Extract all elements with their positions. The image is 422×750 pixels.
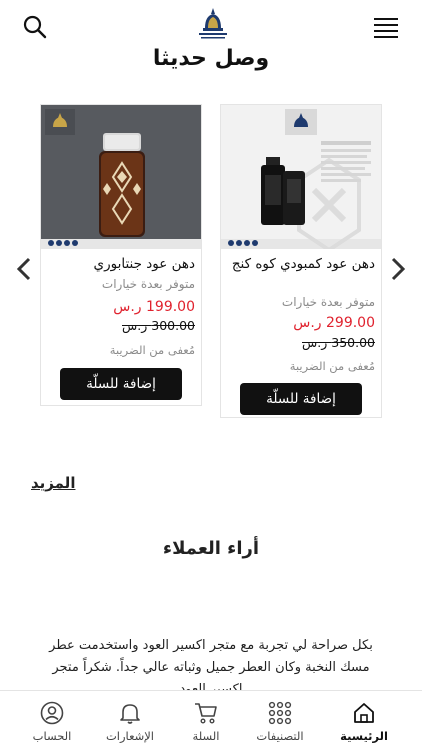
nav-item-notifications[interactable]: الإشعارات <box>88 691 172 750</box>
nav-item-account[interactable]: الحساب <box>10 691 94 750</box>
product-price: 299.00 ر.س <box>293 315 375 331</box>
search-icon[interactable] <box>22 14 48 40</box>
product-image[interactable] <box>221 105 381 249</box>
nav-label: الحساب <box>32 729 72 743</box>
product-card[interactable]: دهن عود كمبودي كوه كنج متوفر بعدة خيارات… <box>220 104 382 418</box>
top-bar <box>0 0 422 52</box>
nav-label: الإشعارات <box>105 729 155 743</box>
add-to-cart-button[interactable]: إضافة للسلّة <box>240 383 362 415</box>
product-old-price: 300.00 ر.س <box>122 318 195 333</box>
nav-item-categories[interactable]: التصنيفات <box>238 691 322 750</box>
nav-label: التصنيفات <box>256 729 304 743</box>
product-image[interactable] <box>41 105 201 249</box>
bell-icon <box>120 704 140 724</box>
add-to-cart-button[interactable]: إضافة للسلّة <box>60 368 182 400</box>
product-old-price: 350.00 ر.س <box>302 335 375 350</box>
hamburger-menu-icon[interactable] <box>374 16 398 38</box>
carousel-prev-arrow-icon[interactable] <box>14 256 34 282</box>
product-availability: متوفر بعدة خيارات <box>281 295 375 309</box>
customer-reviews-title: أراء العملاء <box>162 538 260 559</box>
nav-item-home[interactable]: الرئيسية <box>322 691 406 750</box>
brand-logo[interactable] <box>196 6 230 46</box>
cart-icon <box>195 703 217 724</box>
nav-label: الرئيسية <box>340 729 388 743</box>
product-tax-note: مُعفى من الضريبة <box>109 343 195 357</box>
app-screen: وصل حديثا دهن عود كمبودي كوه كنج متوفر ب… <box>0 0 422 750</box>
product-card[interactable]: دهن عود جنتابوري متوفر بعدة خيارات 199.0… <box>40 104 202 406</box>
grid-icon <box>268 701 292 725</box>
new-arrivals-title: وصل حديثا <box>152 46 270 71</box>
carousel-next-arrow-icon[interactable] <box>388 256 408 282</box>
user-icon <box>40 701 64 725</box>
product-name[interactable]: دهن عود جنتابوري <box>45 255 195 273</box>
product-availability: متوفر بعدة خيارات <box>101 277 195 291</box>
home-icon <box>354 703 374 723</box>
product-price: 199.00 ر.س <box>113 299 195 315</box>
product-name[interactable]: دهن عود كمبودي كوه كنج <box>225 255 375 273</box>
bottom-navigation: الرئيسية التصنيفات السلة الإشعارات الحسا… <box>0 690 422 750</box>
nav-label: السلة <box>192 729 220 743</box>
product-tax-note: مُعفى من الضريبة <box>289 359 375 373</box>
more-link[interactable]: المزيد <box>31 474 75 492</box>
nav-item-cart[interactable]: السلة <box>164 691 248 750</box>
